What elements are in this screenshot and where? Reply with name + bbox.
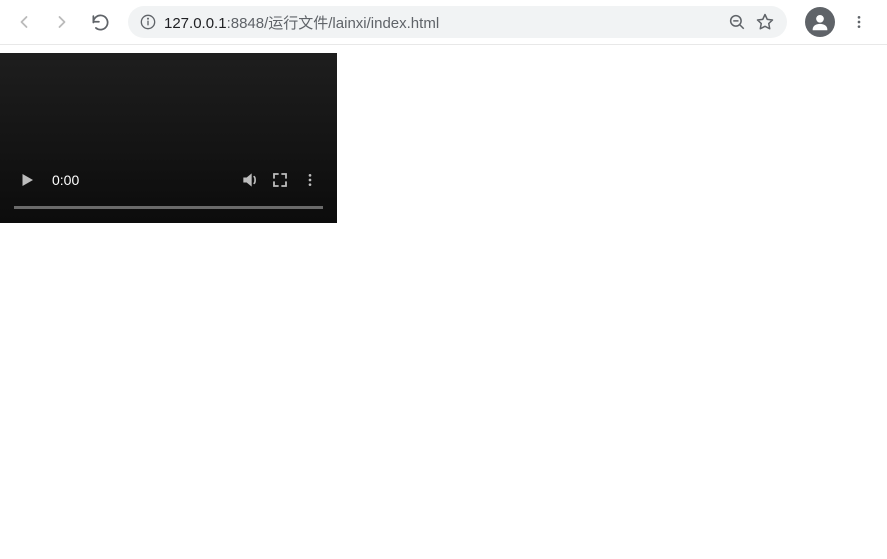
kebab-icon [302, 172, 318, 188]
play-button[interactable] [14, 167, 40, 193]
kebab-icon [851, 14, 867, 30]
fullscreen-button[interactable] [267, 167, 293, 193]
video-player[interactable]: 0:00 [0, 53, 337, 223]
profile-avatar[interactable] [805, 7, 835, 37]
reload-button[interactable] [84, 6, 116, 38]
zoom-icon[interactable] [727, 12, 747, 32]
play-icon [18, 171, 36, 189]
chrome-menu-button[interactable] [843, 6, 875, 38]
current-time: 0:00 [52, 172, 79, 188]
browser-toolbar: 127.0.0.1:8848/运行文件/lainxi/index.html [0, 0, 887, 45]
back-button[interactable] [8, 6, 40, 38]
video-controls: 0:00 [0, 164, 337, 209]
page-content: 0:00 [0, 53, 887, 223]
person-icon [809, 11, 831, 33]
reload-icon [91, 13, 110, 32]
toolbar-right [799, 6, 879, 38]
forward-button[interactable] [46, 6, 78, 38]
url-text: 127.0.0.1:8848/运行文件/lainxi/index.html [164, 12, 719, 33]
arrow-right-icon [52, 12, 72, 32]
arrow-left-icon [14, 12, 34, 32]
video-menu-button[interactable] [297, 167, 323, 193]
url-host: 127.0.0.1 [164, 15, 227, 32]
site-info-icon[interactable] [140, 14, 156, 30]
volume-icon [240, 170, 260, 190]
address-bar[interactable]: 127.0.0.1:8848/运行文件/lainxi/index.html [128, 6, 787, 38]
fullscreen-icon [271, 171, 289, 189]
mute-button[interactable] [237, 167, 263, 193]
progress-bar[interactable] [14, 206, 323, 209]
bookmark-star-icon[interactable] [755, 12, 775, 32]
url-path: :8848/运行文件/lainxi/index.html [227, 15, 440, 32]
